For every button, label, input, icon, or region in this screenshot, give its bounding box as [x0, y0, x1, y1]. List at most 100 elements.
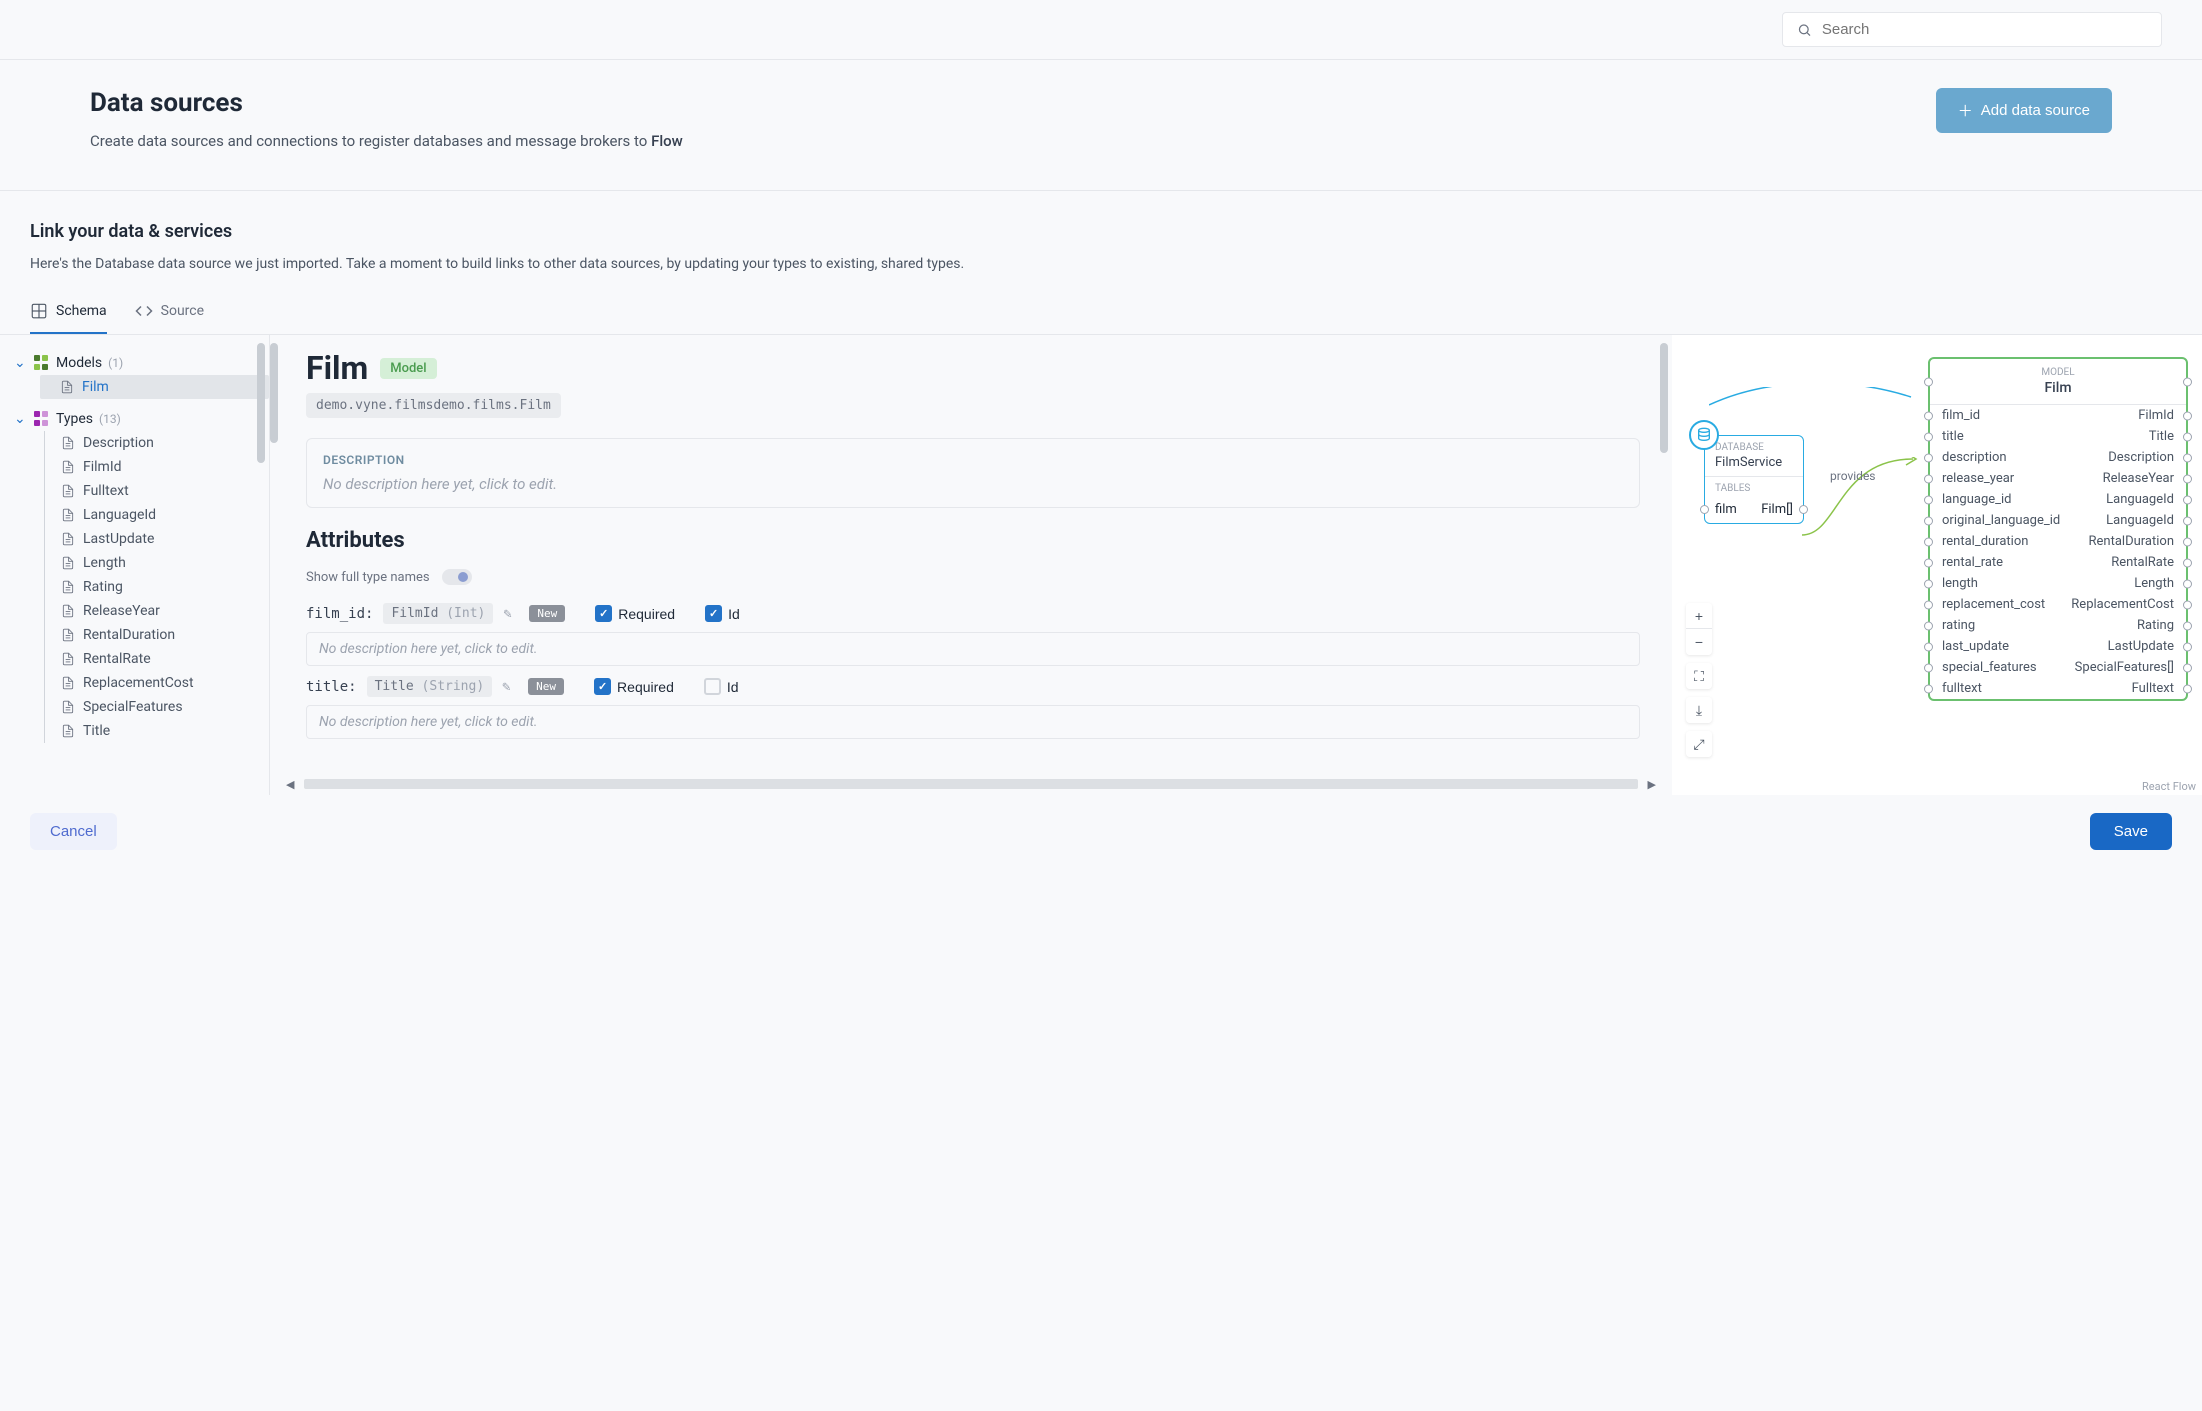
scroll-right-icon: ▶ [1648, 778, 1656, 791]
new-badge: New [528, 678, 564, 695]
edit-icon[interactable]: ✎ [502, 679, 518, 695]
zoom-in-button[interactable]: + [1686, 603, 1712, 629]
required-checkbox[interactable] [595, 605, 612, 622]
port-icon [2183, 432, 2192, 441]
model-node[interactable]: MODEL Film film_idFilmIdtitleTitledescri… [1928, 357, 2188, 701]
expand-button[interactable]: ⤢ [1686, 731, 1712, 757]
tree-item-film[interactable]: Film [40, 375, 269, 399]
search-input[interactable] [1822, 21, 2147, 38]
download-button[interactable]: ⤓ [1686, 697, 1712, 723]
model-attr-row[interactable]: rental_durationRentalDuration [1930, 531, 2186, 552]
cancel-button[interactable]: Cancel [30, 813, 117, 850]
id-checkbox[interactable] [704, 678, 721, 695]
database-node[interactable]: DATABASE FilmService TABLES film Film[] [1704, 435, 1804, 524]
tree-item-lastupdate[interactable]: LastUpdate [44, 527, 269, 551]
link-section: Link your data & services Here's the Dat… [0, 191, 2202, 272]
tree-item-fulltext[interactable]: Fulltext [44, 479, 269, 503]
model-attr-row[interactable]: rental_rateRentalRate [1930, 552, 2186, 573]
model-badge: Model [380, 358, 436, 379]
scroll-left-icon: ◀ [286, 778, 294, 791]
edit-icon[interactable]: ✎ [503, 606, 519, 622]
db-name: FilmService [1715, 455, 1793, 470]
add-data-source-button[interactable]: ＋ Add data source [1936, 88, 2112, 133]
id-checkbox[interactable] [705, 605, 722, 622]
port-icon [1799, 505, 1808, 514]
description-label: DESCRIPTION [323, 453, 1623, 467]
port-icon [1924, 537, 1933, 546]
model-attr-row[interactable]: descriptionDescription [1930, 447, 2186, 468]
plus-icon: ＋ [1958, 100, 1973, 121]
tree-group-types[interactable]: ⌄ Types (13) [0, 407, 269, 431]
tree-group-models[interactable]: ⌄ Models (1) [0, 351, 269, 375]
page-subtitle: Create data sources and connections to r… [90, 132, 683, 150]
search-icon [1797, 22, 1812, 38]
port-icon [1924, 432, 1933, 441]
models-icon [34, 355, 50, 371]
model-attr-row[interactable]: film_idFilmId [1930, 405, 2186, 426]
save-button[interactable]: Save [2090, 813, 2172, 850]
port-icon [1924, 495, 1933, 504]
tree-item-rating[interactable]: Rating [44, 575, 269, 599]
port-icon [1924, 663, 1933, 672]
port-icon [2183, 621, 2192, 630]
id-label: Id [727, 679, 739, 695]
fit-view-button[interactable]: ⛶ [1686, 663, 1712, 689]
port-icon [2183, 474, 2192, 483]
model-attr-row[interactable]: language_idLanguageId [1930, 489, 2186, 510]
required-label: Required [618, 606, 675, 622]
section-title: Link your data & services [30, 221, 2172, 242]
tree-item-description[interactable]: Description [44, 431, 269, 455]
model-attr-row[interactable]: lengthLength [1930, 573, 2186, 594]
code-icon [135, 302, 153, 320]
port-icon [1924, 684, 1933, 693]
tree-item-releaseyear[interactable]: ReleaseYear [44, 599, 269, 623]
tabs: Schema Source [0, 294, 2202, 335]
zoom-out-button[interactable]: − [1686, 629, 1712, 655]
description-box[interactable]: DESCRIPTION No description here yet, cli… [306, 438, 1640, 508]
search-box[interactable] [1782, 12, 2162, 47]
tree-item-languageid[interactable]: LanguageId [44, 503, 269, 527]
model-attr-row[interactable]: ratingRating [1930, 615, 2186, 636]
tree-item-length[interactable]: Length [44, 551, 269, 575]
tree-item-title[interactable]: Title [44, 719, 269, 743]
attr-description[interactable]: No description here yet, click to edit. [306, 632, 1640, 666]
tree-item-specialfeatures[interactable]: SpecialFeatures [44, 695, 269, 719]
port-icon [1924, 411, 1933, 420]
tree-item-rentalrate[interactable]: RentalRate [44, 647, 269, 671]
attr-type: FilmId (Int) [383, 603, 493, 624]
tree-item-rentalduration[interactable]: RentalDuration [44, 623, 269, 647]
attr-name: film_id: [306, 606, 373, 622]
required-checkbox[interactable] [594, 678, 611, 695]
model-attr-row[interactable]: special_featuresSpecialFeatures[] [1930, 657, 2186, 678]
model-attr-row[interactable]: original_language_idLanguageId [1930, 510, 2186, 531]
port-icon [1924, 453, 1933, 462]
attr-description[interactable]: No description here yet, click to edit. [306, 705, 1640, 739]
horizontal-scrollbar[interactable]: ◀ ▶ [286, 777, 1656, 791]
model-attr-row[interactable]: release_yearReleaseYear [1930, 468, 2186, 489]
port-icon [1924, 474, 1933, 483]
tab-schema[interactable]: Schema [30, 294, 107, 334]
port-icon [1700, 505, 1709, 514]
port-icon [2183, 537, 2192, 546]
tree-item-filmid[interactable]: FilmId [44, 455, 269, 479]
footer: Cancel Save [0, 795, 2202, 874]
react-flow-attribution: React Flow [2142, 780, 2196, 793]
attribute-row: title:Title (String)✎NewRequiredIdNo des… [306, 676, 1640, 739]
grid-icon [30, 302, 48, 320]
full-type-names-toggle[interactable] [442, 569, 472, 585]
port-icon [2183, 600, 2192, 609]
tree-item-replacementcost[interactable]: ReplacementCost [44, 671, 269, 695]
db-table-row[interactable]: film Film[] [1705, 496, 1803, 523]
page-header: Data sources Create data sources and con… [0, 60, 2202, 191]
port-icon [1924, 377, 1933, 386]
model-attr-row[interactable]: replacement_costReplacementCost [1930, 594, 2186, 615]
port-icon [2183, 495, 2192, 504]
toggle-label: Show full type names [306, 570, 430, 585]
attributes-title: Attributes [306, 528, 1652, 553]
model-attr-row[interactable]: fulltextFulltext [1930, 678, 2186, 699]
sidebar-tree: ⌄ Models (1) Film ⌄ Types (13) Descripti… [0, 335, 270, 795]
attr-type: Title (String) [367, 676, 493, 697]
tab-source[interactable]: Source [135, 294, 204, 334]
model-attr-row[interactable]: last_updateLastUpdate [1930, 636, 2186, 657]
model-attr-row[interactable]: titleTitle [1930, 426, 2186, 447]
